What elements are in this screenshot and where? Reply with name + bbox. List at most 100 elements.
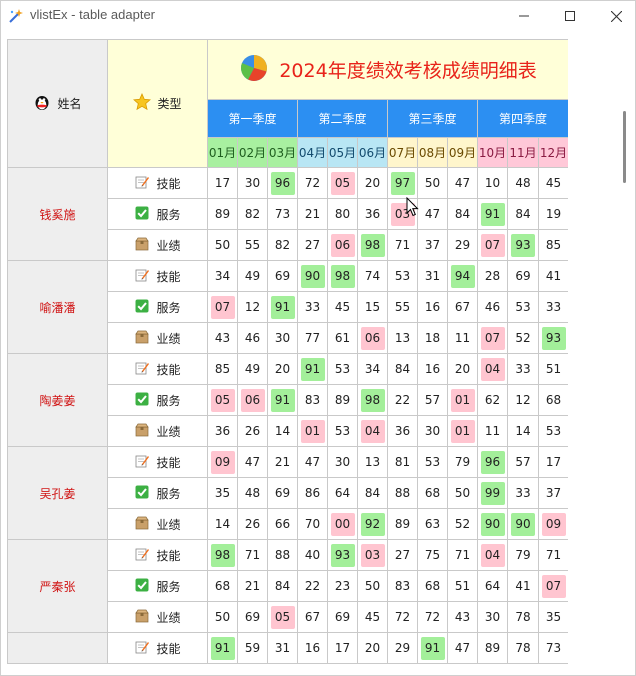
maximize-button[interactable] — [547, 1, 593, 31]
score-cell[interactable]: 63 — [417, 508, 448, 540]
score-cell[interactable]: 26 — [237, 508, 268, 540]
score-cell[interactable]: 09 — [537, 508, 568, 540]
score-cell[interactable]: 99 — [477, 477, 508, 509]
score-cell[interactable]: 73 — [537, 632, 568, 664]
score-cell[interactable]: 35 — [207, 477, 238, 509]
score-cell[interactable]: 71 — [237, 539, 268, 571]
score-cell[interactable]: 34 — [207, 260, 238, 292]
score-cell[interactable]: 61 — [327, 322, 358, 354]
score-cell[interactable]: 91 — [267, 291, 298, 323]
type-cell-service[interactable]: 服务 — [107, 570, 208, 602]
score-cell[interactable]: 11 — [477, 415, 508, 447]
score-cell[interactable]: 91 — [207, 632, 238, 664]
score-cell[interactable]: 06 — [357, 322, 388, 354]
score-cell[interactable]: 79 — [447, 446, 478, 478]
score-cell[interactable]: 72 — [417, 601, 448, 633]
score-cell[interactable]: 71 — [387, 229, 418, 261]
score-cell[interactable]: 47 — [447, 632, 478, 664]
score-cell[interactable]: 84 — [357, 477, 388, 509]
score-cell[interactable]: 07 — [477, 229, 508, 261]
type-cell-performance[interactable]: 业绩 — [107, 508, 208, 540]
score-cell[interactable]: 06 — [327, 229, 358, 261]
score-cell[interactable]: 37 — [417, 229, 448, 261]
score-cell[interactable]: 13 — [357, 446, 388, 478]
month-header-11[interactable]: 11月 — [507, 137, 539, 168]
employee-name-cell[interactable]: 钱奚施 — [7, 167, 108, 261]
score-cell[interactable]: 93 — [537, 322, 568, 354]
score-cell[interactable]: 35 — [537, 601, 568, 633]
score-cell[interactable]: 20 — [357, 167, 388, 199]
score-cell[interactable]: 48 — [507, 167, 539, 199]
score-cell[interactable]: 48 — [237, 477, 268, 509]
employee-name-cell[interactable]: 严秦张 — [7, 539, 108, 633]
score-cell[interactable]: 30 — [417, 415, 448, 447]
score-cell[interactable]: 41 — [507, 570, 539, 602]
score-cell[interactable]: 01 — [447, 415, 478, 447]
score-cell[interactable]: 16 — [297, 632, 328, 664]
score-cell[interactable]: 29 — [447, 229, 478, 261]
score-cell[interactable]: 41 — [537, 260, 568, 292]
score-cell[interactable]: 46 — [477, 291, 508, 323]
score-cell[interactable]: 30 — [237, 167, 268, 199]
score-cell[interactable]: 18 — [417, 322, 448, 354]
score-cell[interactable]: 86 — [297, 477, 328, 509]
score-cell[interactable]: 30 — [267, 322, 298, 354]
score-cell[interactable]: 01 — [447, 384, 478, 416]
score-cell[interactable]: 68 — [537, 384, 568, 416]
score-cell[interactable]: 77 — [297, 322, 328, 354]
score-cell[interactable]: 04 — [477, 353, 508, 385]
score-cell[interactable]: 57 — [417, 384, 448, 416]
score-cell[interactable]: 92 — [357, 508, 388, 540]
score-cell[interactable]: 03 — [387, 198, 418, 230]
header-type-cell[interactable]: 类型 — [107, 39, 208, 168]
score-cell[interactable]: 17 — [327, 632, 358, 664]
score-cell[interactable]: 82 — [267, 229, 298, 261]
month-header-5[interactable]: 05月 — [327, 137, 358, 168]
score-cell[interactable]: 36 — [357, 198, 388, 230]
type-cell-performance[interactable]: 业绩 — [107, 415, 208, 447]
type-cell-skill[interactable]: 技能 — [107, 539, 208, 571]
score-cell[interactable]: 90 — [477, 508, 508, 540]
score-cell[interactable]: 64 — [477, 570, 508, 602]
type-cell-skill[interactable]: 技能 — [107, 260, 208, 292]
score-cell[interactable]: 22 — [387, 384, 418, 416]
score-cell[interactable]: 72 — [297, 167, 328, 199]
quarter-header-2[interactable]: 第二季度 — [297, 99, 388, 138]
score-cell[interactable]: 68 — [207, 570, 238, 602]
employee-name-cell[interactable]: 喻潘潘 — [7, 260, 108, 354]
table-viewport[interactable]: 姓名 类型 2024年度绩效考核成绩明细表 第一季度 第二季度 第三季度 第四季… — [7, 39, 568, 675]
type-cell-skill[interactable]: 技能 — [107, 632, 208, 664]
score-cell[interactable]: 98 — [357, 384, 388, 416]
score-cell[interactable]: 49 — [237, 353, 268, 385]
score-cell[interactable]: 20 — [447, 353, 478, 385]
score-cell[interactable]: 98 — [327, 260, 358, 292]
score-cell[interactable]: 69 — [327, 601, 358, 633]
score-cell[interactable]: 96 — [477, 446, 508, 478]
score-cell[interactable]: 07 — [477, 322, 508, 354]
score-cell[interactable]: 31 — [417, 260, 448, 292]
type-cell-skill[interactable]: 技能 — [107, 167, 208, 199]
score-cell[interactable]: 83 — [387, 570, 418, 602]
score-cell[interactable]: 50 — [207, 229, 238, 261]
score-cell[interactable]: 14 — [207, 508, 238, 540]
score-cell[interactable]: 89 — [327, 384, 358, 416]
score-cell[interactable]: 13 — [387, 322, 418, 354]
score-cell[interactable]: 04 — [477, 539, 508, 571]
score-cell[interactable]: 53 — [507, 291, 539, 323]
quarter-header-3[interactable]: 第三季度 — [387, 99, 478, 138]
score-cell[interactable]: 84 — [267, 570, 298, 602]
score-cell[interactable]: 21 — [297, 198, 328, 230]
score-cell[interactable]: 89 — [477, 632, 508, 664]
score-cell[interactable]: 14 — [267, 415, 298, 447]
month-header-6[interactable]: 06月 — [357, 137, 388, 168]
score-cell[interactable]: 91 — [417, 632, 448, 664]
score-cell[interactable]: 16 — [417, 353, 448, 385]
score-cell[interactable]: 75 — [417, 539, 448, 571]
score-cell[interactable]: 98 — [207, 539, 238, 571]
score-cell[interactable]: 70 — [297, 508, 328, 540]
score-cell[interactable]: 53 — [417, 446, 448, 478]
score-cell[interactable]: 31 — [267, 632, 298, 664]
score-cell[interactable]: 82 — [237, 198, 268, 230]
score-cell[interactable]: 68 — [417, 477, 448, 509]
score-cell[interactable]: 69 — [267, 477, 298, 509]
